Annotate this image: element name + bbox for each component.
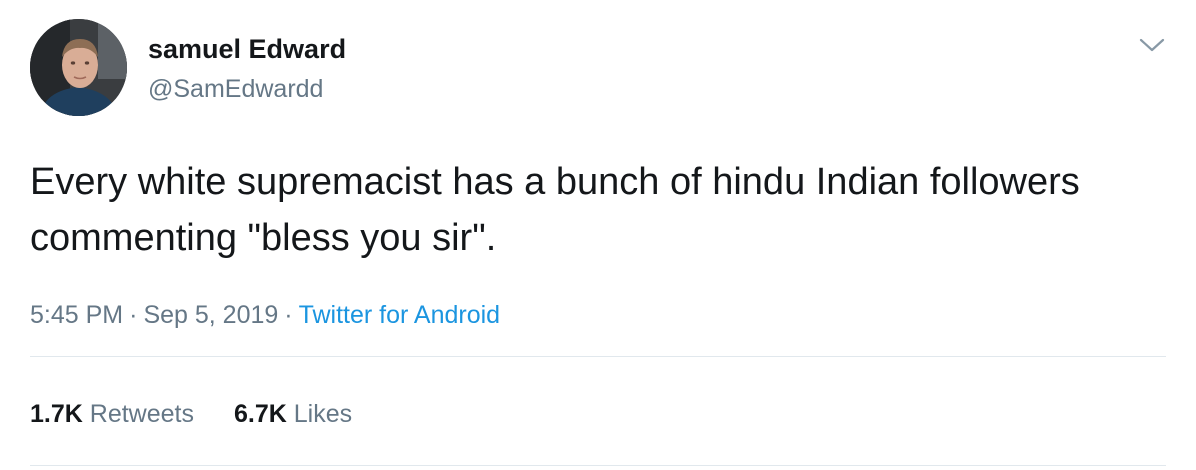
tweet-meta: 5:45 PM · Sep 5, 2019 · Twitter for Android [30, 301, 500, 330]
tweet-stats: 1.7K Retweets 6.7K Likes [30, 400, 352, 429]
user-handle[interactable]: @SamEdwardd [148, 75, 323, 104]
divider [30, 465, 1166, 466]
tweet-text: Every white supremacist has a bunch of h… [30, 161, 1080, 259]
user-name[interactable]: samuel Edward [148, 34, 346, 65]
tweet-card: samuel Edward @SamEdwardd Every white su… [0, 0, 1196, 470]
tweet-date[interactable]: Sep 5, 2019 [143, 301, 278, 329]
likes-stat[interactable]: 6.7K Likes [234, 400, 352, 429]
meta-separator: · [284, 301, 293, 329]
retweets-label: Retweets [89, 400, 194, 428]
retweets-stat[interactable]: 1.7K Retweets [30, 400, 194, 429]
retweets-count: 1.7K [30, 400, 83, 428]
avatar[interactable] [30, 19, 127, 116]
likes-label: Likes [293, 400, 353, 428]
likes-count: 6.7K [233, 400, 287, 428]
tweet-source-link[interactable]: Twitter for Android [299, 301, 500, 329]
divider [30, 356, 1166, 357]
chevron-down-icon[interactable] [1138, 34, 1166, 56]
meta-separator: · [129, 301, 138, 329]
tweet-time[interactable]: 5:45 PM [30, 301, 123, 329]
